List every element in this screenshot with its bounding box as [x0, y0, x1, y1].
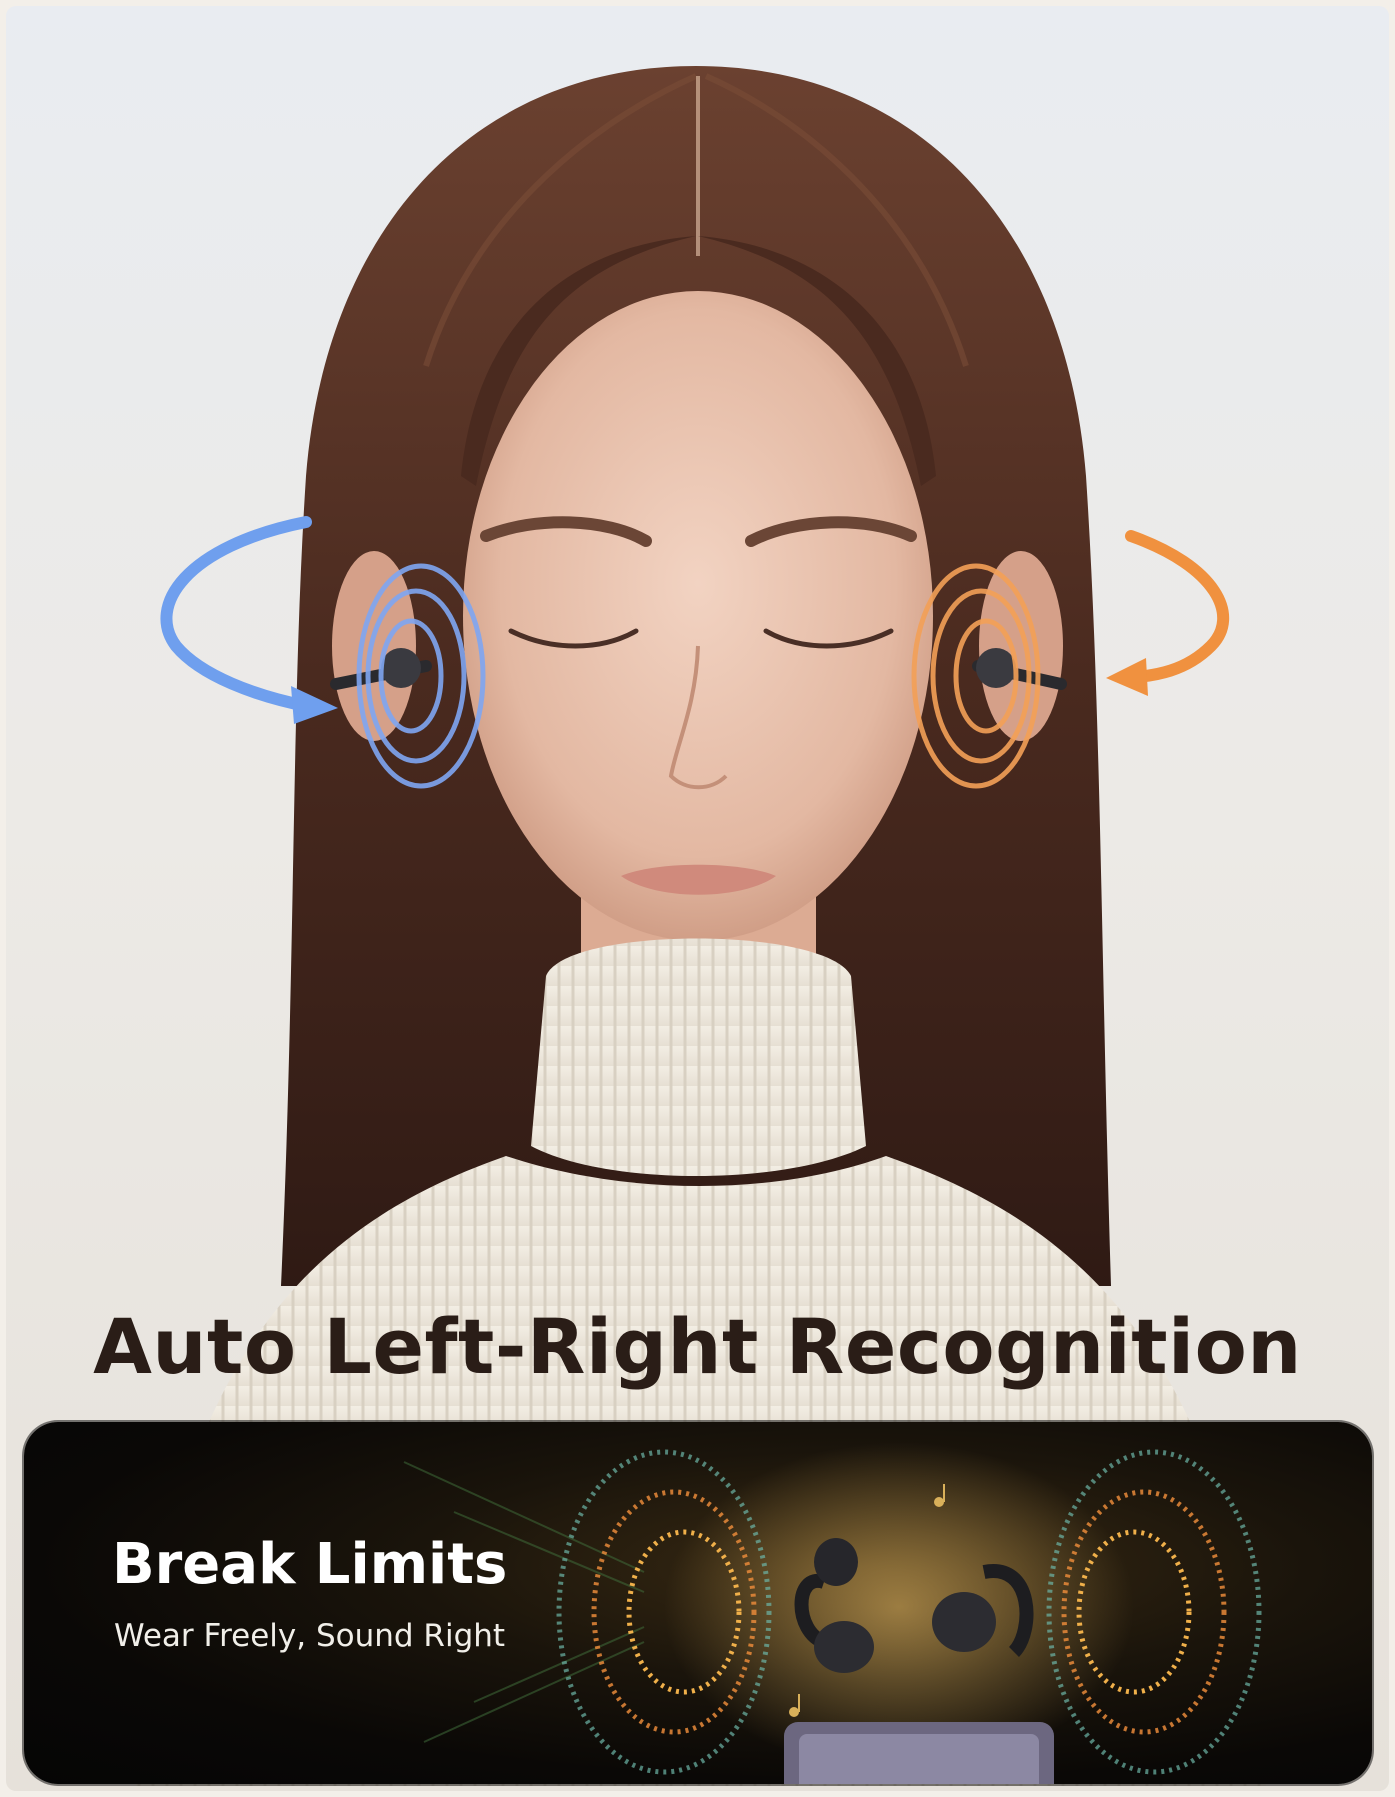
banner-subtitle: Wear Freely, Sound Right: [114, 1618, 506, 1654]
rotation-arrow-right-icon: [1106, 530, 1230, 696]
banner-artwork: [403, 1442, 1262, 1784]
banner-title: Break Limits: [112, 1532, 508, 1597]
feature-banner: Break Limits Wear Freely, Sound Right: [24, 1422, 1372, 1784]
headline: Auto Left-Right Recognition: [93, 1302, 1302, 1391]
product-image-frame: Auto Left-Right Recognition Break Limits…: [6, 6, 1389, 1791]
